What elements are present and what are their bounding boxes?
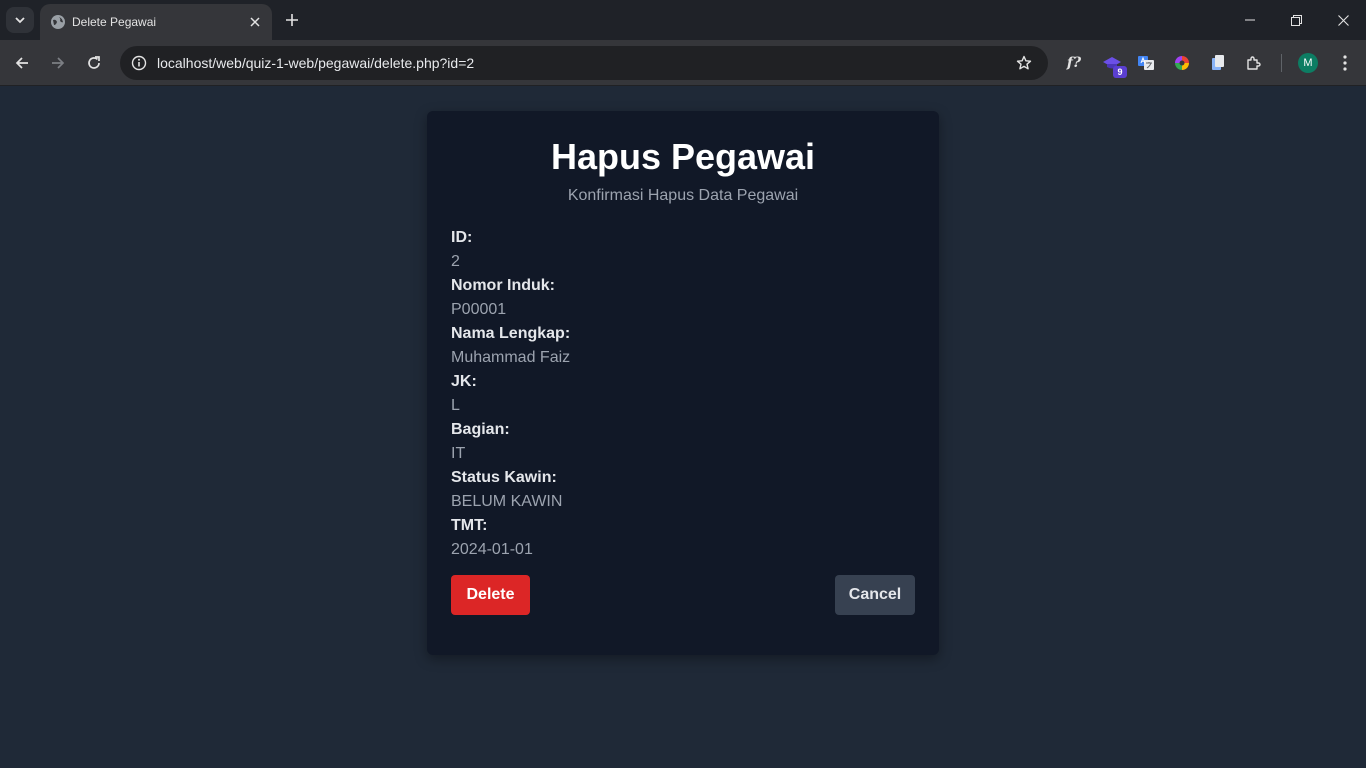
browser-titlebar: Delete Pegawai: [0, 0, 1366, 40]
profile-avatar[interactable]: M: [1298, 53, 1318, 73]
address-bar[interactable]: localhost/web/quiz-1-web/pegawai/delete.…: [120, 46, 1048, 80]
tab-close-button[interactable]: [246, 13, 264, 31]
extensions-menu-button[interactable]: [1242, 51, 1266, 75]
url-text[interactable]: localhost/web/quiz-1-web/pegawai/delete.…: [157, 55, 474, 71]
bookmark-button[interactable]: [1014, 53, 1034, 73]
site-info-button[interactable]: [126, 50, 152, 76]
field-status-kawin: Status Kawin: BELUM KAWIN: [451, 466, 915, 514]
restore-button[interactable]: [1273, 0, 1319, 40]
page-content: Hapus Pegawai Konfirmasi Hapus Data Pega…: [0, 87, 1366, 768]
extension-color-button[interactable]: [1170, 51, 1194, 75]
field-value: BELUM KAWIN: [451, 493, 563, 510]
globe-icon: [51, 15, 65, 29]
field-label: Nama Lengkap:: [451, 325, 571, 342]
document-icon: [1212, 55, 1224, 70]
page-title: Hapus Pegawai: [550, 136, 816, 177]
color-wheel-icon: [1175, 56, 1189, 70]
restore-icon: [1290, 14, 1302, 26]
minimize-icon: [1245, 19, 1255, 21]
arrow-left-icon: [15, 57, 28, 69]
delete-confirmation-card: Hapus Pegawai Konfirmasi Hapus Data Pega…: [427, 111, 939, 655]
field-id: ID: 2: [451, 226, 915, 274]
arrow-right-icon: [52, 57, 65, 69]
back-button[interactable]: [8, 49, 36, 77]
delete-button[interactable]: Delete: [451, 575, 530, 615]
cancel-button[interactable]: Cancel: [835, 575, 915, 615]
minimize-button[interactable]: [1227, 0, 1273, 40]
field-jk: JK: L: [451, 370, 915, 418]
tab-search-button[interactable]: [6, 7, 34, 33]
field-bagian: Bagian: IT: [451, 418, 915, 466]
reload-button[interactable]: [80, 49, 108, 77]
employee-details: ID: 2 Nomor Induk: P00001 Nama Lengkap: …: [451, 226, 915, 562]
info-icon: [131, 55, 147, 71]
extension-docs-button[interactable]: [1206, 51, 1230, 75]
close-icon: [250, 17, 260, 27]
close-window-button[interactable]: [1320, 0, 1366, 40]
chevron-down-icon: [15, 17, 25, 24]
new-tab-button[interactable]: [280, 8, 304, 32]
more-vertical-icon: [1343, 55, 1347, 71]
field-value: 2: [451, 253, 460, 270]
translate-icon: [1138, 56, 1154, 70]
field-label: Nomor Induk:: [451, 277, 555, 294]
field-value: 2024-01-01: [451, 541, 533, 558]
extension-formula-button[interactable]: f?: [1062, 51, 1086, 75]
browser-tab[interactable]: Delete Pegawai: [40, 4, 272, 40]
field-value: P00001: [451, 301, 507, 318]
reload-icon: [88, 56, 100, 69]
puzzle-icon: [1247, 56, 1261, 70]
field-label: JK:: [451, 373, 477, 390]
close-icon: [1337, 14, 1349, 26]
field-value: IT: [451, 445, 466, 462]
browser-toolbar: localhost/web/quiz-1-web/pegawai/delete.…: [0, 40, 1366, 86]
extension-badge-button[interactable]: 9: [1100, 51, 1127, 78]
star-icon: [1016, 55, 1032, 70]
field-label: ID:: [451, 229, 473, 246]
forward-button[interactable]: [44, 49, 72, 77]
function-icon: f?: [1066, 55, 1082, 71]
tab-title: Delete Pegawai: [72, 15, 157, 29]
field-label: TMT:: [451, 517, 488, 534]
toolbar-separator: [1281, 54, 1282, 72]
field-label: Bagian:: [451, 421, 510, 438]
field-label: Status Kawin:: [451, 469, 557, 486]
extension-count-badge: 9: [1113, 66, 1127, 78]
page-subtitle: Konfirmasi Hapus Data Pegawai: [567, 187, 799, 204]
field-nomor-induk: Nomor Induk: P00001: [451, 274, 915, 322]
field-value: L: [451, 397, 460, 414]
field-tmt: TMT: 2024-01-01: [451, 514, 915, 562]
plus-icon: [286, 14, 298, 26]
browser-menu-button[interactable]: [1333, 51, 1357, 75]
field-value: Muhammad Faiz: [451, 349, 571, 366]
extension-translate-button[interactable]: [1134, 51, 1158, 75]
field-nama-lengkap: Nama Lengkap: Muhammad Faiz: [451, 322, 915, 370]
